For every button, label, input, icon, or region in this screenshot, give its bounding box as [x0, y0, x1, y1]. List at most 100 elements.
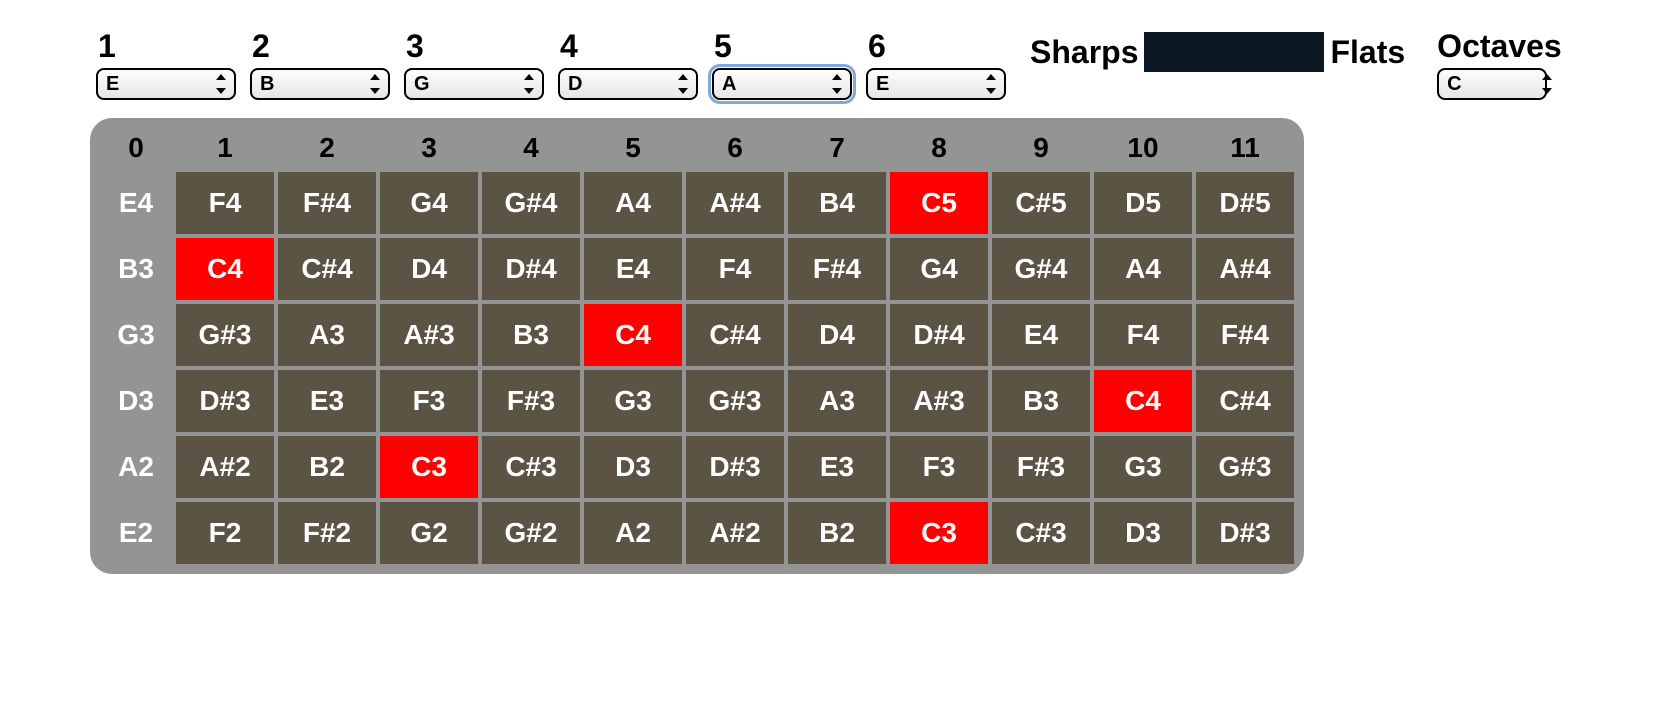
fret-note[interactable]: A3: [788, 370, 886, 432]
string-1-number: 1: [96, 30, 236, 62]
fret-note[interactable]: G4: [380, 172, 478, 234]
fret-note[interactable]: A3: [278, 304, 376, 366]
fret-note[interactable]: B4: [788, 172, 886, 234]
open-note[interactable]: B3: [100, 238, 172, 300]
fret-note[interactable]: D#3: [1196, 502, 1294, 564]
fret-note[interactable]: B3: [482, 304, 580, 366]
fret-note[interactable]: C4: [1094, 370, 1192, 432]
fret-note[interactable]: E3: [788, 436, 886, 498]
octaves-label: Octaves: [1437, 30, 1562, 62]
fret-note[interactable]: F#4: [278, 172, 376, 234]
fret-note[interactable]: C#5: [992, 172, 1090, 234]
fret-note[interactable]: D3: [1094, 502, 1192, 564]
fret-note[interactable]: F#4: [1196, 304, 1294, 366]
fret-note[interactable]: F#2: [278, 502, 376, 564]
fret-note[interactable]: F#3: [482, 370, 580, 432]
fretboard-panel: 01234567891011 E4F4F#4G4G#4A4A#4B4C5C#5D…: [90, 118, 1304, 574]
fret-number-0: 0: [100, 128, 172, 168]
open-note[interactable]: E4: [100, 172, 172, 234]
fret-note[interactable]: D5: [1094, 172, 1192, 234]
fret-note[interactable]: A#2: [176, 436, 274, 498]
string-3-number: 3: [404, 30, 544, 62]
string-3-control: 3G: [404, 30, 544, 100]
fret-note[interactable]: F3: [380, 370, 478, 432]
fret-number-5: 5: [584, 128, 682, 168]
fret-note[interactable]: C5: [890, 172, 988, 234]
string-4-tuning-select[interactable]: D: [558, 68, 698, 100]
fret-note[interactable]: G3: [584, 370, 682, 432]
fret-note[interactable]: C3: [890, 502, 988, 564]
fret-note[interactable]: F3: [890, 436, 988, 498]
octave-control: Octaves C: [1437, 30, 1562, 100]
fret-note[interactable]: A#2: [686, 502, 784, 564]
flats-label: Flats: [1330, 34, 1405, 71]
fret-note[interactable]: G#2: [482, 502, 580, 564]
fret-note[interactable]: D#3: [176, 370, 274, 432]
fret-note[interactable]: B2: [278, 436, 376, 498]
fret-note[interactable]: F4: [1094, 304, 1192, 366]
fret-note[interactable]: B3: [992, 370, 1090, 432]
open-note[interactable]: E2: [100, 502, 172, 564]
fret-note[interactable]: A#4: [686, 172, 784, 234]
fret-number-9: 9: [992, 128, 1090, 168]
fret-number-8: 8: [890, 128, 988, 168]
fret-note[interactable]: C#4: [686, 304, 784, 366]
fret-number-7: 7: [788, 128, 886, 168]
fret-note[interactable]: A#3: [380, 304, 478, 366]
sharps-label: Sharps: [1030, 34, 1138, 71]
string-5-tuning-select[interactable]: A: [712, 68, 852, 100]
fret-note[interactable]: C3: [380, 436, 478, 498]
open-note[interactable]: D3: [100, 370, 172, 432]
open-note[interactable]: G3: [100, 304, 172, 366]
fret-note[interactable]: G#3: [1196, 436, 1294, 498]
fret-note[interactable]: D#4: [482, 238, 580, 300]
fret-note[interactable]: B2: [788, 502, 886, 564]
fret-note[interactable]: C#4: [278, 238, 376, 300]
fret-note[interactable]: F4: [686, 238, 784, 300]
fretboard-table: 01234567891011 E4F4F#4G4G#4A4A#4B4C5C#5D…: [96, 124, 1298, 568]
fret-note[interactable]: G#4: [992, 238, 1090, 300]
fret-note[interactable]: G4: [890, 238, 988, 300]
fret-note[interactable]: F#3: [992, 436, 1090, 498]
fret-note[interactable]: E4: [584, 238, 682, 300]
fret-note[interactable]: A2: [584, 502, 682, 564]
fret-note[interactable]: G#4: [482, 172, 580, 234]
fret-number-6: 6: [686, 128, 784, 168]
octave-select[interactable]: C: [1437, 68, 1547, 100]
accidentals-toggle[interactable]: [1144, 32, 1324, 72]
fret-note[interactable]: A4: [584, 172, 682, 234]
fret-note[interactable]: F2: [176, 502, 274, 564]
fret-note[interactable]: D4: [380, 238, 478, 300]
fret-note[interactable]: C4: [584, 304, 682, 366]
fret-note[interactable]: C#3: [482, 436, 580, 498]
string-6-tuning-select[interactable]: E: [866, 68, 1006, 100]
fret-note[interactable]: C#3: [992, 502, 1090, 564]
fret-note[interactable]: C4: [176, 238, 274, 300]
fret-note[interactable]: F4: [176, 172, 274, 234]
fret-note[interactable]: D#4: [890, 304, 988, 366]
fret-note[interactable]: A4: [1094, 238, 1192, 300]
fret-note[interactable]: G2: [380, 502, 478, 564]
fret-note[interactable]: A#4: [1196, 238, 1294, 300]
fret-note[interactable]: E3: [278, 370, 376, 432]
string-4-number: 4: [558, 30, 698, 62]
fret-note[interactable]: G#3: [686, 370, 784, 432]
string-row: A2A#2B2C3C#3D3D#3E3F3F#3G3G#3: [100, 436, 1294, 498]
fret-note[interactable]: C#4: [1196, 370, 1294, 432]
fret-note[interactable]: F#4: [788, 238, 886, 300]
fret-note[interactable]: G3: [1094, 436, 1192, 498]
open-note[interactable]: A2: [100, 436, 172, 498]
string-1-tuning-select[interactable]: E: [96, 68, 236, 100]
string-5-number: 5: [712, 30, 852, 62]
string-row: E2F2F#2G2G#2A2A#2B2C3C#3D3D#3: [100, 502, 1294, 564]
string-3-tuning-select[interactable]: G: [404, 68, 544, 100]
fret-note[interactable]: A#3: [890, 370, 988, 432]
fret-note[interactable]: D3: [584, 436, 682, 498]
string-2-tuning-select[interactable]: B: [250, 68, 390, 100]
fret-note[interactable]: G#3: [176, 304, 274, 366]
accidentals-toggle-group: Sharps Flats: [1030, 32, 1405, 72]
fret-note[interactable]: D#5: [1196, 172, 1294, 234]
fret-note[interactable]: D4: [788, 304, 886, 366]
fret-note[interactable]: E4: [992, 304, 1090, 366]
fret-note[interactable]: D#3: [686, 436, 784, 498]
